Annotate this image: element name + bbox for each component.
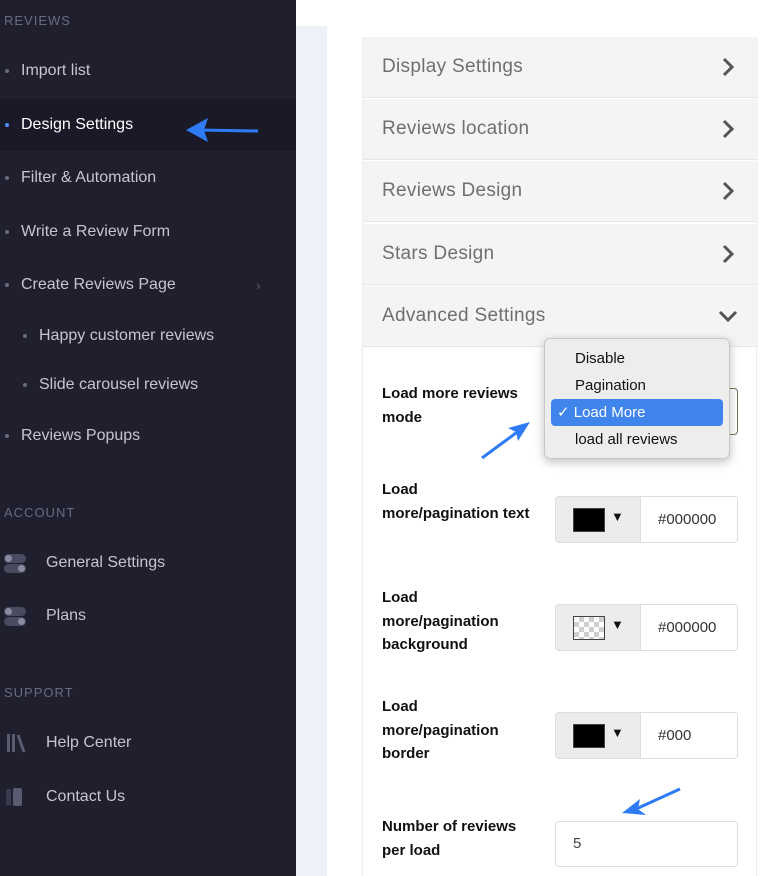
- sidebar-item-label: Import list: [21, 62, 91, 79]
- load-more-mode-dropdown: Disable Pagination ✓ Load More load all …: [544, 338, 730, 459]
- chevron-right-icon: [722, 244, 735, 264]
- sidebar-item-label: Create Reviews Page: [21, 276, 176, 293]
- sidebar-item-label: Slide carousel reviews: [39, 376, 199, 393]
- bullet-icon: [5, 176, 9, 180]
- checkmark-icon: ✓: [557, 404, 570, 421]
- sidebar-item-create-reviews-page[interactable]: Create Reviews Page ›: [0, 259, 296, 311]
- pagination-background-label: Load more/pagination background: [382, 589, 499, 653]
- toggle-icon: [4, 553, 26, 573]
- bullet-icon: [5, 434, 9, 438]
- chevron-right-icon: [722, 119, 735, 139]
- accordion-label: Reviews Design: [382, 180, 523, 201]
- color-swatch: [573, 508, 605, 532]
- caret-down-icon: ▼: [611, 725, 624, 740]
- books-icon: [4, 733, 26, 753]
- reviews-per-load-input[interactable]: 5: [555, 821, 738, 867]
- content-gutter: [296, 26, 327, 876]
- transparent-swatch: [573, 616, 605, 640]
- chevron-right-icon: [722, 181, 735, 201]
- bullet-icon: [5, 123, 9, 127]
- sidebar-item-general-settings[interactable]: General Settings: [0, 537, 296, 589]
- pagination-border-color-picker[interactable]: ▼: [555, 712, 641, 759]
- dropdown-option-pagination[interactable]: Pagination: [551, 372, 723, 399]
- sidebar-item-label: Happy customer reviews: [39, 327, 215, 344]
- section-title-reviews: REVIEWS: [4, 13, 71, 28]
- sidebar-item-import-list[interactable]: Import list: [0, 45, 296, 97]
- section-title-account: ACCOUNT: [4, 505, 76, 520]
- bullet-icon: [23, 383, 27, 387]
- accordion-reviews-location[interactable]: Reviews location: [363, 99, 758, 160]
- sidebar-item-label: Help Center: [46, 734, 132, 751]
- chevron-right-icon: ›: [256, 277, 261, 293]
- sidebar-item-plans[interactable]: Plans: [0, 590, 296, 642]
- sidebar-item-contact-us[interactable]: Contact Us: [0, 771, 296, 823]
- bullet-icon: [5, 283, 9, 287]
- sidebar: REVIEWS Import list Design Settings Filt…: [0, 0, 296, 876]
- pagination-border-label: Load more/pagination border: [382, 698, 499, 762]
- bullet-icon: [23, 334, 27, 338]
- section-title-support: SUPPORT: [4, 685, 74, 700]
- toggle-icon: [4, 606, 26, 626]
- option-label: Load More: [573, 404, 646, 421]
- dropdown-option-disable[interactable]: Disable: [551, 345, 723, 372]
- chevron-down-icon: [718, 310, 738, 323]
- sidebar-item-label: Design Settings: [21, 116, 134, 133]
- sidebar-item-design-settings[interactable]: Design Settings: [0, 99, 296, 151]
- caret-down-icon: ▼: [611, 509, 624, 524]
- sidebar-item-happy-customer-reviews[interactable]: Happy customer reviews: [0, 310, 296, 362]
- pagination-background-color-picker[interactable]: ▼: [555, 604, 641, 651]
- sidebar-item-help-center[interactable]: Help Center: [0, 717, 296, 769]
- sidebar-item-write-review-form[interactable]: Write a Review Form: [0, 206, 296, 258]
- accordion-label: Reviews location: [382, 118, 530, 139]
- pagination-border-hex-input[interactable]: #000: [640, 712, 738, 759]
- accordion-stars-design[interactable]: Stars Design: [363, 224, 758, 285]
- caret-down-icon: ▼: [611, 617, 624, 632]
- pagination-background-hex-input[interactable]: #000000: [640, 604, 738, 651]
- load-more-mode-label: Load more reviews mode: [382, 385, 518, 426]
- accordion-label: Advanced Settings: [382, 305, 546, 326]
- sidebar-item-label: General Settings: [46, 554, 166, 571]
- pagination-text-color-picker[interactable]: ▼: [555, 496, 641, 543]
- pagination-text-hex-input[interactable]: #000000: [640, 496, 738, 543]
- sidebar-item-reviews-popups[interactable]: Reviews Popups: [0, 410, 296, 462]
- bullet-icon: [5, 69, 9, 73]
- sidebar-item-label: Filter & Automation: [21, 169, 157, 186]
- sidebar-item-label: Contact Us: [46, 788, 126, 805]
- sidebar-item-filter-automation[interactable]: Filter & Automation: [0, 152, 296, 204]
- sidebar-item-slide-carousel-reviews[interactable]: Slide carousel reviews: [0, 359, 296, 411]
- dropdown-option-load-all-reviews[interactable]: load all reviews: [551, 426, 723, 453]
- accordion-label: Display Settings: [382, 56, 524, 77]
- color-swatch: [573, 724, 605, 748]
- bullet-icon: [5, 230, 9, 234]
- dropdown-option-load-more[interactable]: ✓ Load More: [551, 399, 723, 426]
- sidebar-item-label: Plans: [46, 607, 87, 624]
- chevron-right-icon: [722, 57, 735, 77]
- sidebar-item-label: Write a Review Form: [21, 223, 171, 240]
- accordion-display-settings[interactable]: Display Settings: [363, 37, 758, 98]
- sidebar-item-label: Reviews Popups: [21, 427, 141, 444]
- accordion-label: Stars Design: [382, 243, 495, 264]
- reviews-per-load-label: Number of reviews per load: [382, 818, 517, 859]
- pagination-text-label: Load more/pagination text: [382, 481, 530, 522]
- accordion-reviews-design[interactable]: Reviews Design: [363, 161, 758, 222]
- contact-icon: [4, 787, 26, 807]
